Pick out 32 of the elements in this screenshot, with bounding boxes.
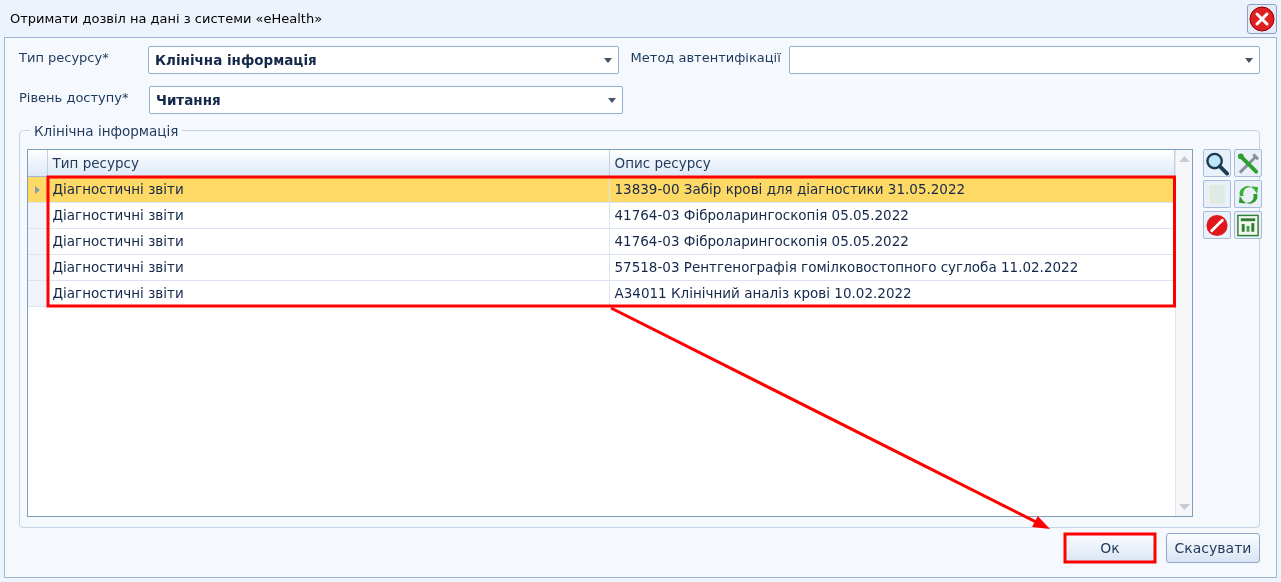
column-header[interactable]: Опис ресурсу	[609, 150, 1175, 176]
no-entry-icon	[1205, 212, 1229, 238]
search-icon	[1205, 150, 1229, 176]
field-label: Тип ресурсу*	[19, 49, 110, 67]
table-cell: 41764-03 Фіброларингоскопія 05.05.2022	[609, 202, 1175, 228]
table-cell: A34011 Клінічний аналіз крові 10.02.2022	[609, 280, 1175, 306]
table-cell: Діагностичні звіти	[47, 254, 609, 280]
field-value: Читання	[156, 90, 221, 110]
dropdown-field[interactable]: Читання	[149, 86, 623, 114]
dropdown-field[interactable]	[789, 46, 1260, 74]
table-cell: Діагностичні звіти	[47, 280, 609, 306]
dropdown-field[interactable]: Клінічна інформація	[148, 46, 619, 74]
tools-icon	[1236, 150, 1260, 176]
toolbar-button[interactable]	[1203, 149, 1231, 177]
column-header[interactable]: Тип ресурсу	[47, 150, 609, 176]
table-cell: 41764-03 Фіброларингоскопія 05.05.2022	[609, 228, 1175, 254]
field-label: Метод автентифікації	[630, 49, 782, 67]
toolbar-button[interactable]	[1234, 211, 1262, 239]
dropdown-arrow-icon	[1245, 57, 1253, 63]
row-pointer-icon	[35, 185, 40, 194]
toolbar-button[interactable]	[1203, 211, 1231, 239]
spreadsheet-icon	[1236, 212, 1260, 238]
table-cell: 57518-03 Рентгенографія гомілковостопного суглоба 11.02.2022	[609, 254, 1175, 280]
table-cell: Діагностичні звіти	[47, 228, 609, 254]
dropdown-arrow-icon	[608, 97, 616, 103]
dropdown-arrow-icon	[603, 57, 612, 63]
window-title: Отримати дозвіл на дані з системи «eHealth»	[10, 9, 323, 28]
close-button[interactable]	[1247, 3, 1277, 34]
table-cell: Діагностичні звіти	[47, 202, 609, 228]
cancel-button[interactable]: Скасувати	[1166, 533, 1260, 563]
field-label: Рівень доступу*	[19, 89, 130, 107]
field-value: Клінічна інформація	[155, 50, 317, 70]
